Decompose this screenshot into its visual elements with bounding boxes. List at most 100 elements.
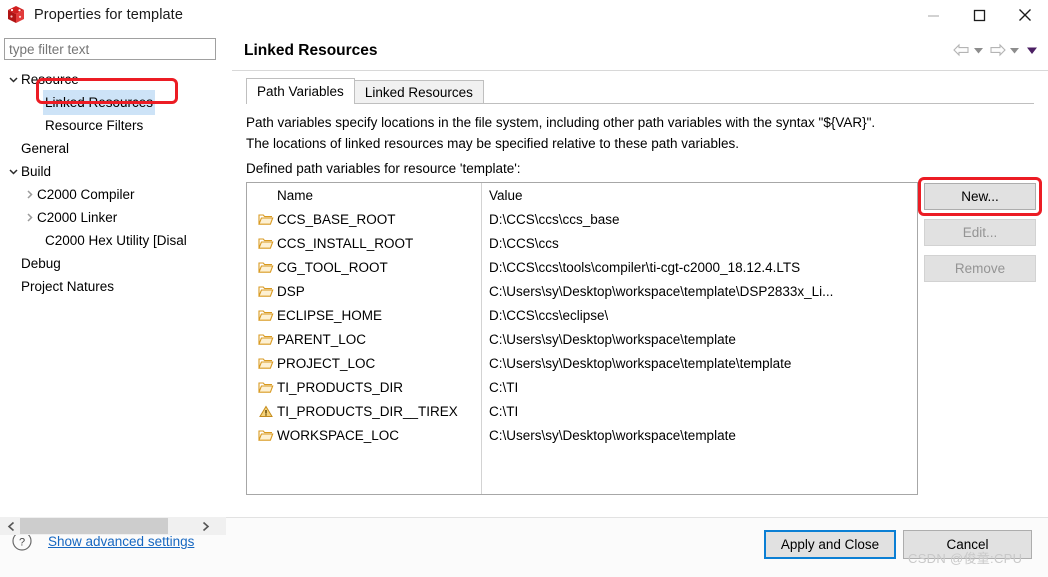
folder-icon bbox=[257, 427, 274, 443]
table-row[interactable]: ECLIPSE_HOME D:\CCS\ccs\eclipse\ bbox=[247, 303, 917, 327]
table-cell-value: C:\TI bbox=[489, 403, 519, 419]
table-cell-name: PARENT_LOC bbox=[247, 331, 482, 347]
sidebar-item-label: C2000 Hex Utility [Disal bbox=[45, 233, 187, 248]
description-line-1: Path variables specify locations in the … bbox=[246, 115, 876, 130]
table-row[interactable]: DSP C:\Users\sy\Desktop\workspace\templa… bbox=[247, 279, 917, 303]
scrollbar-thumb[interactable] bbox=[20, 518, 168, 534]
scrollbar-track[interactable] bbox=[0, 517, 226, 535]
folder-icon bbox=[257, 379, 274, 395]
table-cell-value: C:\TI bbox=[489, 379, 519, 395]
table-cell-name: DSP bbox=[247, 283, 482, 299]
title-divider bbox=[232, 70, 1048, 71]
window-title-bar: Properties for template bbox=[0, 0, 1048, 30]
sidebar-item-c2000-linker[interactable]: C2000 Linker bbox=[0, 206, 226, 229]
table-row[interactable]: TI_PRODUCTS_DIR__TIREX C:\TI bbox=[247, 399, 917, 423]
folder-icon bbox=[257, 355, 274, 371]
sidebar-item-resource-filters[interactable]: Resource Filters bbox=[0, 114, 226, 137]
sidebar-item-linked-resources[interactable]: Linked Resources bbox=[0, 90, 226, 115]
page-title: Linked Resources bbox=[244, 42, 378, 59]
column-header-name: Name bbox=[277, 187, 314, 203]
sidebar-item-label: Project Natures bbox=[21, 279, 115, 294]
sidebar-item-label: C2000 Compiler bbox=[37, 187, 135, 202]
table-row[interactable]: TI_PRODUCTS_DIR C:\TI bbox=[247, 375, 917, 399]
table-cell-value: D:\CCS\ccs\tools\compiler\ti-cgt-c2000_1… bbox=[489, 259, 801, 275]
sidebar-item-project-natures[interactable]: Project Natures bbox=[0, 275, 226, 298]
sidebar-item-label: Resource bbox=[21, 72, 79, 87]
table-cell-name: CG_TOOL_ROOT bbox=[247, 259, 482, 275]
table-cell-name: WORKSPACE_LOC bbox=[247, 427, 482, 443]
table-row[interactable]: CG_TOOL_ROOT D:\CCS\ccs\tools\compiler\t… bbox=[247, 255, 917, 279]
sidebar-item-label: Debug bbox=[21, 256, 61, 271]
sidebar-item-debug[interactable]: Debug bbox=[0, 252, 226, 275]
close-button[interactable] bbox=[1002, 0, 1048, 30]
minimize-button[interactable] bbox=[910, 0, 956, 30]
folder-icon bbox=[257, 235, 274, 251]
sidebar-item-label: Build bbox=[21, 164, 52, 179]
table-cell-name: TI_PRODUCTS_DIR__TIREX bbox=[247, 403, 482, 419]
table-header-row: Name Value bbox=[247, 183, 917, 207]
watermark-text: CSDN @俊童:CPU bbox=[908, 551, 1023, 566]
table-row[interactable]: PARENT_LOC C:\Users\sy\Desktop\workspace… bbox=[247, 327, 917, 351]
settings-page: Linked Resources Path Variables Linked R… bbox=[232, 30, 1048, 517]
window-controls bbox=[910, 0, 1048, 30]
filter-input[interactable] bbox=[4, 38, 216, 60]
sidebar-item-build[interactable]: Build bbox=[0, 160, 226, 183]
table-row[interactable]: CCS_INSTALL_ROOT D:\CCS\ccs bbox=[247, 231, 917, 255]
apply-and-close-button[interactable]: Apply and Close bbox=[764, 530, 896, 559]
table-row[interactable]: CCS_BASE_ROOT D:\CCS\ccs\ccs_base bbox=[247, 207, 917, 231]
folder-icon bbox=[257, 331, 274, 347]
chevron-left-icon[interactable] bbox=[2, 517, 20, 535]
table-cell-name: CCS_BASE_ROOT bbox=[247, 211, 482, 227]
maximize-button[interactable] bbox=[956, 0, 1002, 30]
sidebar-item-label: Resource Filters bbox=[45, 118, 144, 133]
sidebar-horizontal-scrollbar[interactable] bbox=[0, 517, 226, 535]
sidebar-item-label: Linked Resources bbox=[43, 90, 156, 115]
table-cell-value: D:\CCS\ccs\eclipse\ bbox=[489, 307, 609, 323]
description-line-2: The locations of linked resources may be… bbox=[246, 136, 740, 151]
table-cell-value: C:\Users\sy\Desktop\workspace\template\t… bbox=[489, 355, 792, 371]
tab-path-variables[interactable]: Path Variables bbox=[246, 78, 355, 104]
sidebar-item-c2000-compiler[interactable]: C2000 Compiler bbox=[0, 183, 226, 206]
chevron-right-icon[interactable] bbox=[196, 517, 214, 535]
remove-button: Remove bbox=[924, 255, 1036, 282]
folder-icon bbox=[257, 259, 274, 275]
chevron-down-icon[interactable] bbox=[6, 160, 21, 183]
table-cell-value: C:\Users\sy\Desktop\workspace\template bbox=[489, 331, 736, 347]
sidebar-item-label: General bbox=[21, 141, 70, 156]
table-cell-name: CCS_INSTALL_ROOT bbox=[247, 235, 482, 251]
forward-dropdown-icon[interactable] bbox=[1009, 39, 1020, 61]
column-header-value: Value bbox=[489, 187, 523, 203]
table-cell-value: D:\CCS\ccs\ccs_base bbox=[489, 211, 620, 227]
table-cell-name: PROJECT_LOC bbox=[247, 355, 482, 371]
folder-icon bbox=[257, 283, 274, 299]
path-variables-table[interactable]: Name Value CCS_BASE_ROOT D:\CCS\ccs\ccs_… bbox=[246, 182, 918, 495]
forward-arrow-icon[interactable] bbox=[989, 39, 1006, 61]
tab-linked-resources[interactable]: Linked Resources bbox=[353, 80, 484, 104]
page-tabs: Path Variables Linked Resources bbox=[246, 78, 484, 104]
table-cell-name: ECLIPSE_HOME bbox=[247, 307, 482, 323]
sidebar-item-c2000-hex-utility[interactable]: C2000 Hex Utility [Disal bbox=[0, 229, 226, 252]
settings-sidebar: Resource Linked Resources Resource Filte… bbox=[0, 30, 226, 517]
folder-icon bbox=[257, 211, 274, 227]
table-cell-value: C:\Users\sy\Desktop\workspace\template\D… bbox=[489, 283, 834, 299]
back-dropdown-icon[interactable] bbox=[973, 39, 984, 61]
path-variables-label: Defined path variables for resource 'tem… bbox=[246, 161, 521, 176]
sidebar-item-general[interactable]: General bbox=[0, 137, 226, 160]
back-arrow-icon[interactable] bbox=[953, 39, 970, 61]
sidebar-item-resource[interactable]: Resource bbox=[0, 68, 226, 91]
show-advanced-settings-link[interactable]: Show advanced settings bbox=[48, 534, 194, 549]
chevron-right-icon[interactable] bbox=[22, 183, 37, 206]
ccs-cube-icon bbox=[5, 4, 27, 26]
settings-tree[interactable]: Resource Linked Resources Resource Filte… bbox=[0, 68, 226, 480]
sidebar-item-label: C2000 Linker bbox=[37, 210, 118, 225]
chevron-down-icon[interactable] bbox=[6, 68, 21, 91]
table-cell-value: C:\Users\sy\Desktop\workspace\template bbox=[489, 427, 736, 443]
chevron-right-icon[interactable] bbox=[22, 206, 37, 229]
warning-icon bbox=[257, 403, 274, 419]
view-menu-icon[interactable] bbox=[1026, 39, 1038, 61]
dialog-body: Resource Linked Resources Resource Filte… bbox=[0, 30, 1048, 517]
page-nav-controls bbox=[953, 39, 1038, 61]
table-row[interactable]: PROJECT_LOC C:\Users\sy\Desktop\workspac… bbox=[247, 351, 917, 375]
new-button[interactable]: New... bbox=[924, 183, 1036, 210]
table-row[interactable]: WORKSPACE_LOC C:\Users\sy\Desktop\worksp… bbox=[247, 423, 917, 447]
